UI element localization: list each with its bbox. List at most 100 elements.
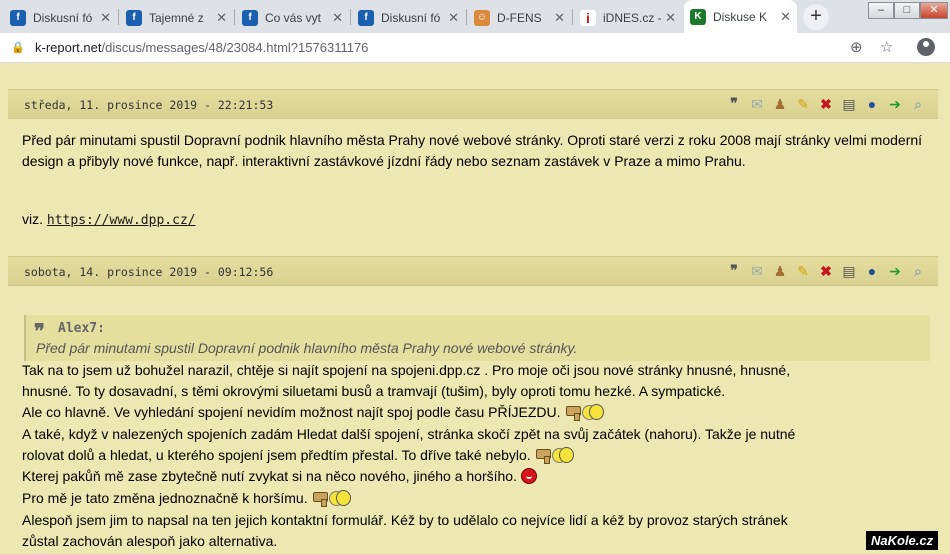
post-link-line: viz. https://www.dpp.cz/ xyxy=(22,209,927,231)
print-icon[interactable]: ▤ xyxy=(839,95,859,113)
close-tab-icon[interactable]: ✕ xyxy=(216,10,227,26)
close-tab-icon[interactable]: ✕ xyxy=(332,10,343,26)
quote-text: Před pár minutami spustil Dopravní podni… xyxy=(36,340,578,356)
tab-title: D-FENS xyxy=(497,10,542,25)
minimize-button[interactable]: – xyxy=(868,2,894,19)
globe-icon[interactable]: ● xyxy=(862,95,882,113)
window-controls: – □ ✕ xyxy=(868,2,948,20)
browser-tab[interactable]: f Co vás vyt ✕ xyxy=(236,2,349,33)
new-tab-button[interactable]: + xyxy=(803,4,829,30)
mail-icon[interactable]: ✉ xyxy=(747,262,767,280)
emoticon-group xyxy=(535,447,574,466)
print-icon[interactable]: ▤ xyxy=(839,262,859,280)
forum-icon: f xyxy=(358,9,374,26)
bookmark-star-icon[interactable]: ☆ xyxy=(880,38,893,56)
kreport-icon: K xyxy=(690,8,706,25)
globe-icon[interactable]: ● xyxy=(862,262,882,280)
delete-icon[interactable]: ✖ xyxy=(816,262,836,280)
post-line: A také, když v nalezených spojeních zadá… xyxy=(22,426,796,442)
edit-icon[interactable]: ✎ xyxy=(793,95,813,113)
maximize-button[interactable]: □ xyxy=(894,2,920,19)
close-tab-icon[interactable]: ✕ xyxy=(100,10,111,26)
url-domain: k-report.net xyxy=(35,40,102,55)
browser-tab[interactable]: ☺ D-FENS ✕ xyxy=(468,2,571,33)
post-actions: ❞ ✉ ♟ ✎ ✖ ▤ ● ➔ ⌕ xyxy=(724,95,928,113)
post-text: Před pár minutami spustil Dopravní podni… xyxy=(22,132,923,169)
tab-title: iDNES.cz - xyxy=(603,10,662,25)
watermark: NaKole.cz xyxy=(866,531,939,550)
close-tab-icon[interactable]: ✕ xyxy=(448,10,459,26)
emoticon-group xyxy=(312,490,351,509)
close-tab-icon[interactable]: ✕ xyxy=(780,9,791,25)
tab-separator xyxy=(234,9,235,25)
forum-icon: f xyxy=(10,9,26,26)
search-icon[interactable]: ⌕ xyxy=(908,262,928,280)
tab-separator xyxy=(350,9,351,25)
close-tab-icon[interactable]: ✕ xyxy=(554,10,565,26)
post-body: Před pár minutami spustil Dopravní podni… xyxy=(22,130,927,172)
thumbs-down-icon xyxy=(535,447,552,464)
post-header: středa, 11. prosince 2019 - 22:21:53 ❞ ✉… xyxy=(8,89,938,119)
quote-author: Alex7: xyxy=(58,321,105,336)
page-content: středa, 11. prosince 2019 - 22:21:53 ❞ ✉… xyxy=(0,64,950,554)
tab-title: Tajemné z xyxy=(149,10,204,25)
zoom-icon[interactable]: ⊕ xyxy=(850,38,863,56)
quote-icon[interactable]: ❞ xyxy=(724,262,744,280)
emoticon-group xyxy=(565,404,604,423)
browser-tab[interactable]: f Tajemné z ✕ xyxy=(120,2,233,33)
search-icon[interactable]: ⌕ xyxy=(908,95,928,113)
quote-icon[interactable]: ❞ xyxy=(724,95,744,113)
url-path: /discus/messages/48/23084.html?157631117… xyxy=(101,40,369,55)
browser-tab-active[interactable]: K Diskuse K ✕ xyxy=(684,0,797,33)
smiley-icon xyxy=(581,404,604,420)
post-line: Pro mě je tato změna jednoznačně k horší… xyxy=(22,490,351,509)
user-icon[interactable]: ♟ xyxy=(770,95,790,113)
link-prefix: viz. xyxy=(22,211,47,227)
browser-tab[interactable]: i iDNES.cz - ✕ xyxy=(574,2,682,33)
tab-separator xyxy=(118,9,119,25)
post-line: Tak na to jsem už bohužel narazil, chtěj… xyxy=(22,362,791,378)
tab-title: Co vás vyt xyxy=(265,10,322,25)
post-line-text: rolovat dolů a hledat, u kterého spojení… xyxy=(22,447,531,464)
user-icon[interactable]: ♟ xyxy=(770,262,790,280)
angry-face-icon xyxy=(520,468,537,484)
address-bar[interactable]: 🔒 k-report.net/discus/messages/48/23084.… xyxy=(0,33,950,63)
post-date: sobota, 14. prosince 2019 - 09:12:56 xyxy=(24,265,274,279)
lock-icon[interactable]: 🔒 xyxy=(11,41,25,54)
browser-tab[interactable]: f Diskusní fó ✕ xyxy=(352,2,465,33)
edit-icon[interactable]: ✎ xyxy=(793,262,813,280)
post-link[interactable]: https://www.dpp.cz/ xyxy=(47,213,196,228)
post-line-text: Kterej pakůň mě zase zbytečně nutí zvyka… xyxy=(22,468,517,485)
post-line-text: Pro mě je tato změna jednoznačně k horší… xyxy=(22,490,308,507)
tab-title: Diskusní fó xyxy=(33,10,93,25)
close-tab-icon[interactable]: ✕ xyxy=(665,10,676,26)
smiley-icon xyxy=(328,490,351,506)
post-line: rolovat dolů a hledat, u kterého spojení… xyxy=(22,447,574,466)
delete-icon[interactable]: ✖ xyxy=(816,95,836,113)
post-line-text: Ale co hlavně. Ve vyhledání spojení nevi… xyxy=(22,404,561,421)
post-line: Alespoň jsem jim to napsal na ten jejich… xyxy=(22,512,788,528)
arrow-right-icon[interactable]: ➔ xyxy=(885,262,905,280)
tab-title: Diskuse K xyxy=(713,9,768,24)
forum-icon: f xyxy=(126,9,142,26)
dfens-icon: ☺ xyxy=(474,9,490,26)
post-date: středa, 11. prosince 2019 - 22:21:53 xyxy=(24,98,274,112)
profile-avatar[interactable] xyxy=(917,38,935,56)
tab-separator xyxy=(466,9,467,25)
thumbs-down-icon xyxy=(312,490,329,507)
url-field[interactable]: k-report.net/discus/messages/48/23084.ht… xyxy=(35,40,368,55)
post-line: zůstal zachován alespoň jako alternativa… xyxy=(22,533,278,549)
post-line: Ale co hlavně. Ve vyhledání spojení nevi… xyxy=(22,404,604,423)
post-line: hnusné. To ty dosavadní, s těmi okrovými… xyxy=(22,383,726,399)
mail-icon[interactable]: ✉ xyxy=(747,95,767,113)
thumbs-down-icon xyxy=(565,404,582,421)
smiley-icon xyxy=(551,447,574,463)
quote-block: ❞ Alex7: Před pár minutami spustil Dopra… xyxy=(24,315,930,361)
tab-title: Diskusní fó xyxy=(381,10,441,25)
idnes-icon: i xyxy=(580,9,596,26)
close-window-button[interactable]: ✕ xyxy=(920,2,948,19)
tab-separator xyxy=(572,9,573,25)
post-actions: ❞ ✉ ♟ ✎ ✖ ▤ ● ➔ ⌕ xyxy=(724,262,928,280)
browser-tab[interactable]: f Diskusní fó ✕ xyxy=(4,2,117,33)
arrow-right-icon[interactable]: ➔ xyxy=(885,95,905,113)
